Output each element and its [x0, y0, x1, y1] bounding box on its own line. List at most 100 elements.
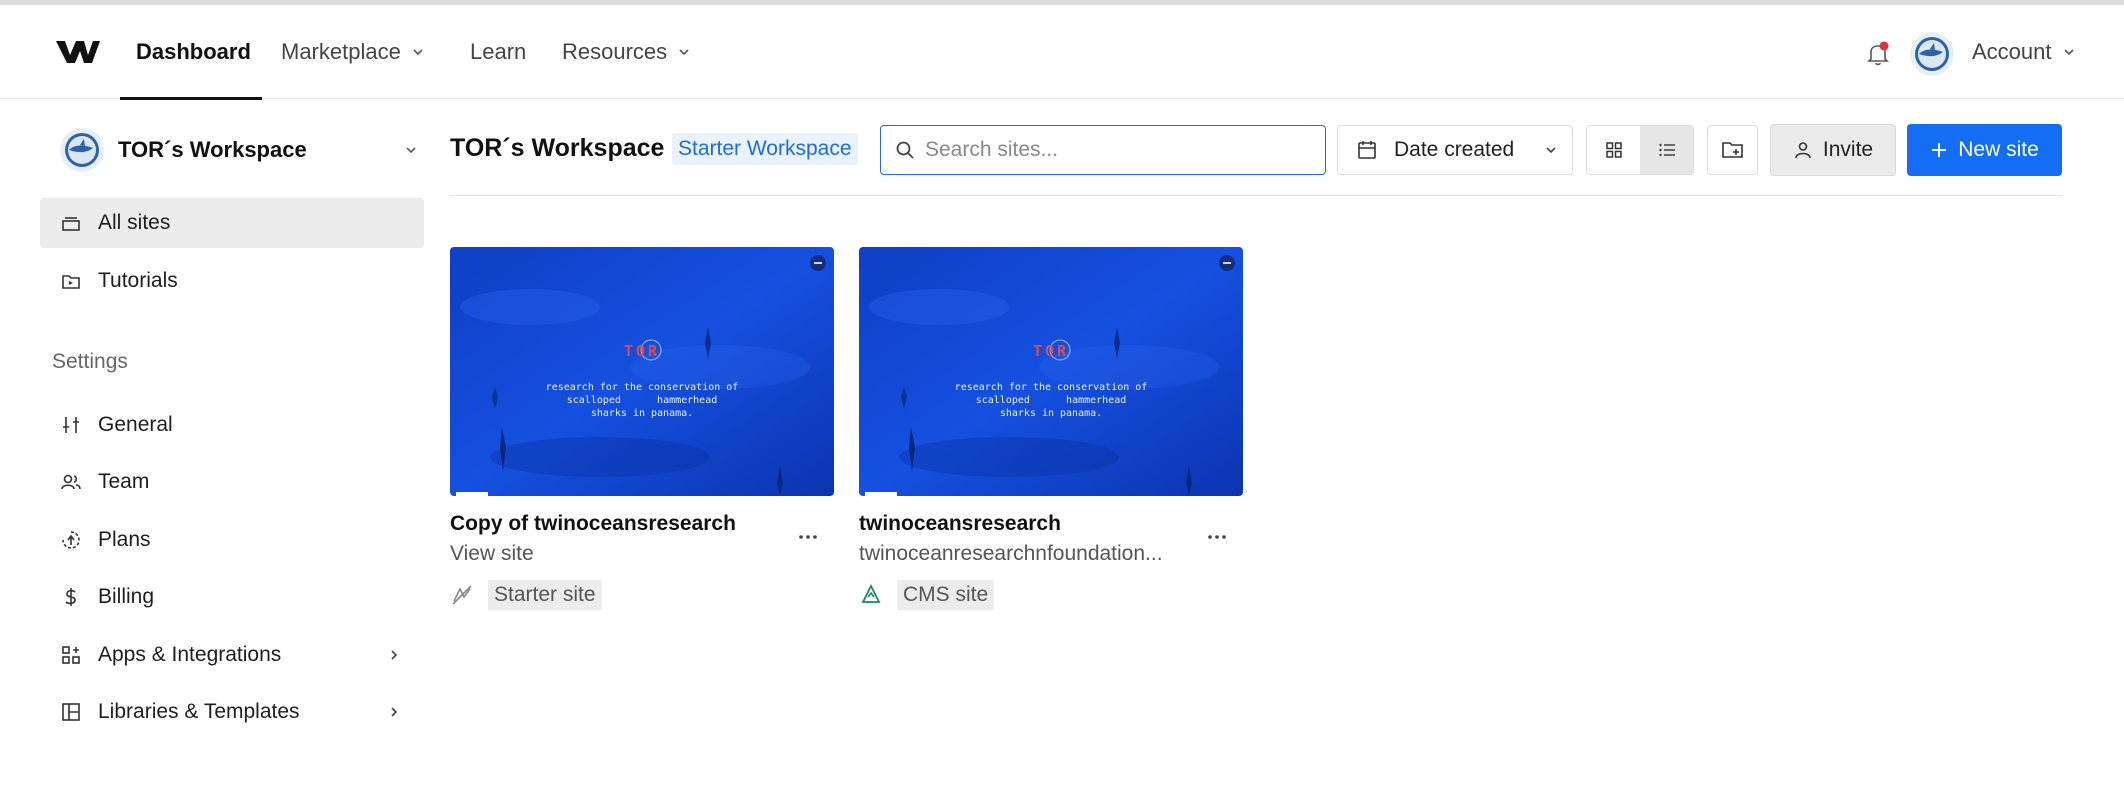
sidebar-item-label: Tutorials — [98, 269, 178, 292]
sidebar-item-label: Libraries & Templates — [98, 700, 300, 723]
thumbnail-menu-icon[interactable] — [810, 255, 826, 271]
invite-button[interactable]: Invite — [1770, 124, 1896, 176]
thumbnail-tagline: research for the conservation of scallop… — [545, 382, 739, 419]
top-navigation: Dashboard Marketplace Learn Resources Ac… — [0, 5, 2124, 100]
grid-icon — [1605, 142, 1622, 158]
toolbar-divider — [450, 195, 2062, 196]
cms-icon — [861, 583, 881, 603]
thumbnail-menu-icon[interactable] — [1219, 255, 1235, 271]
site-type-tag: Starter site — [488, 580, 602, 610]
nav-marketplace[interactable]: Marketplace — [281, 5, 425, 99]
list-icon — [1658, 143, 1675, 157]
list-view-button[interactable] — [1640, 126, 1693, 174]
nav-learn[interactable]: Learn — [470, 5, 526, 99]
view-toggle — [1586, 125, 1694, 175]
chevron-down-icon — [406, 147, 416, 154]
library-icon — [62, 703, 80, 721]
more-horizontal-icon — [799, 535, 817, 539]
plans-icon — [62, 531, 80, 549]
chevron-down-icon — [413, 49, 423, 56]
sidebar-item-label: Apps & Integrations — [98, 643, 282, 666]
chevron-down-icon — [2063, 49, 2074, 56]
nav-marketplace-label: Marketplace — [281, 39, 401, 64]
site-tags: Starter site — [450, 580, 834, 610]
sidebar-item-tutorials[interactable]: Tutorials — [40, 256, 424, 306]
no-publish-icon — [452, 585, 472, 605]
sidebar-item-label: Plans — [98, 528, 151, 551]
sidebar-item-label: Billing — [98, 585, 155, 608]
site-tags: CMS site — [859, 580, 1243, 610]
chevron-down-icon — [679, 49, 689, 56]
workspace-switcher[interactable]: TOR´s Workspace — [60, 126, 418, 174]
thumbnail-brand: TOR — [623, 342, 661, 360]
sidebar-item-label: Team — [98, 470, 150, 493]
shark-logo-icon — [60, 128, 104, 172]
site-card: TOR research for the conservation of sca… — [450, 247, 834, 610]
new-folder-button[interactable] — [1707, 125, 1758, 175]
site-type-tag: CMS site — [897, 580, 995, 610]
stack-icon — [62, 217, 80, 231]
bell-icon[interactable] — [1866, 41, 1890, 67]
invite-label: Invite — [1822, 138, 1874, 161]
thumbnail-badge — [865, 492, 897, 496]
folder-plus-icon — [1721, 142, 1743, 158]
ocean-thumbnail-image — [859, 247, 1243, 496]
site-thumbnail[interactable]: TOR research for the conservation of sca… — [859, 247, 1243, 496]
chevron-right-icon — [391, 650, 398, 660]
nav-resources-label: Resources — [562, 39, 668, 64]
site-thumbnail[interactable]: TOR research for the conservation of sca… — [450, 247, 834, 496]
site-title[interactable]: Copy of twinoceansresearch — [450, 512, 834, 536]
thumbnail-tagline: research for the conservation of scallop… — [954, 382, 1148, 419]
sidebar-item-apps-integrations[interactable]: Apps & Integrations — [40, 630, 424, 680]
chevron-right-icon — [391, 707, 398, 717]
sidebar-item-all-sites[interactable]: All sites — [40, 198, 424, 248]
search-icon — [896, 141, 914, 159]
workspace-avatar — [60, 128, 104, 172]
dollar-icon — [65, 588, 76, 606]
plan-badge[interactable]: Starter Workspace — [672, 133, 858, 165]
more-horizontal-icon — [1208, 535, 1226, 539]
sliders-icon — [63, 417, 79, 433]
site-title[interactable]: twinoceansresearch — [859, 512, 1243, 536]
webflow-logo-icon[interactable] — [56, 37, 100, 67]
chevron-down-icon — [1546, 147, 1556, 154]
nav-resources[interactable]: Resources — [562, 5, 691, 99]
settings-heading: Settings — [52, 350, 128, 373]
sidebar-item-billing[interactable]: Billing — [40, 572, 424, 622]
site-link[interactable]: twinoceanresearchnfoundation... — [859, 542, 1189, 566]
apps-icon — [62, 646, 80, 664]
nav-dashboard[interactable]: Dashboard — [136, 5, 251, 99]
site-card: TOR research for the conservation of sca… — [859, 247, 1243, 610]
sort-label: Date created — [1394, 138, 1515, 161]
calendar-icon — [1358, 141, 1376, 159]
account-menu[interactable]: Account — [1972, 5, 2076, 99]
sidebar-item-libraries-templates[interactable]: Libraries & Templates — [40, 687, 424, 737]
thumbnail-badge — [456, 492, 488, 496]
site-more-button[interactable] — [1205, 525, 1229, 549]
plus-icon — [1932, 143, 1947, 157]
video-folder-icon — [62, 275, 80, 289]
page-title: TOR´s Workspace — [450, 134, 665, 162]
search-field[interactable] — [880, 125, 1326, 175]
nav-dashboard-label: Dashboard — [136, 39, 251, 64]
new-site-label: New site — [1958, 138, 2039, 161]
user-icon — [1795, 142, 1811, 159]
active-tab-underline — [120, 97, 262, 100]
ocean-thumbnail-image — [450, 247, 834, 496]
team-icon — [61, 474, 81, 490]
sidebar-item-plans[interactable]: Plans — [40, 515, 424, 565]
workspace-name: TOR´s Workspace — [118, 137, 307, 162]
sidebar-item-team[interactable]: Team — [40, 457, 424, 507]
search-input[interactable] — [925, 138, 1305, 162]
shark-logo-icon — [1910, 32, 1954, 76]
sort-dropdown[interactable]: Date created — [1337, 125, 1573, 175]
sidebar-item-label: All sites — [98, 211, 171, 234]
new-site-button[interactable]: New site — [1907, 124, 2062, 176]
account-avatar[interactable] — [1910, 32, 1954, 76]
site-more-button[interactable] — [796, 525, 820, 549]
site-link[interactable]: View site — [450, 542, 780, 566]
sidebar-item-label: General — [98, 413, 173, 436]
nav-learn-label: Learn — [470, 39, 527, 64]
sidebar-item-general[interactable]: General — [40, 400, 424, 450]
grid-view-button[interactable] — [1587, 126, 1640, 174]
